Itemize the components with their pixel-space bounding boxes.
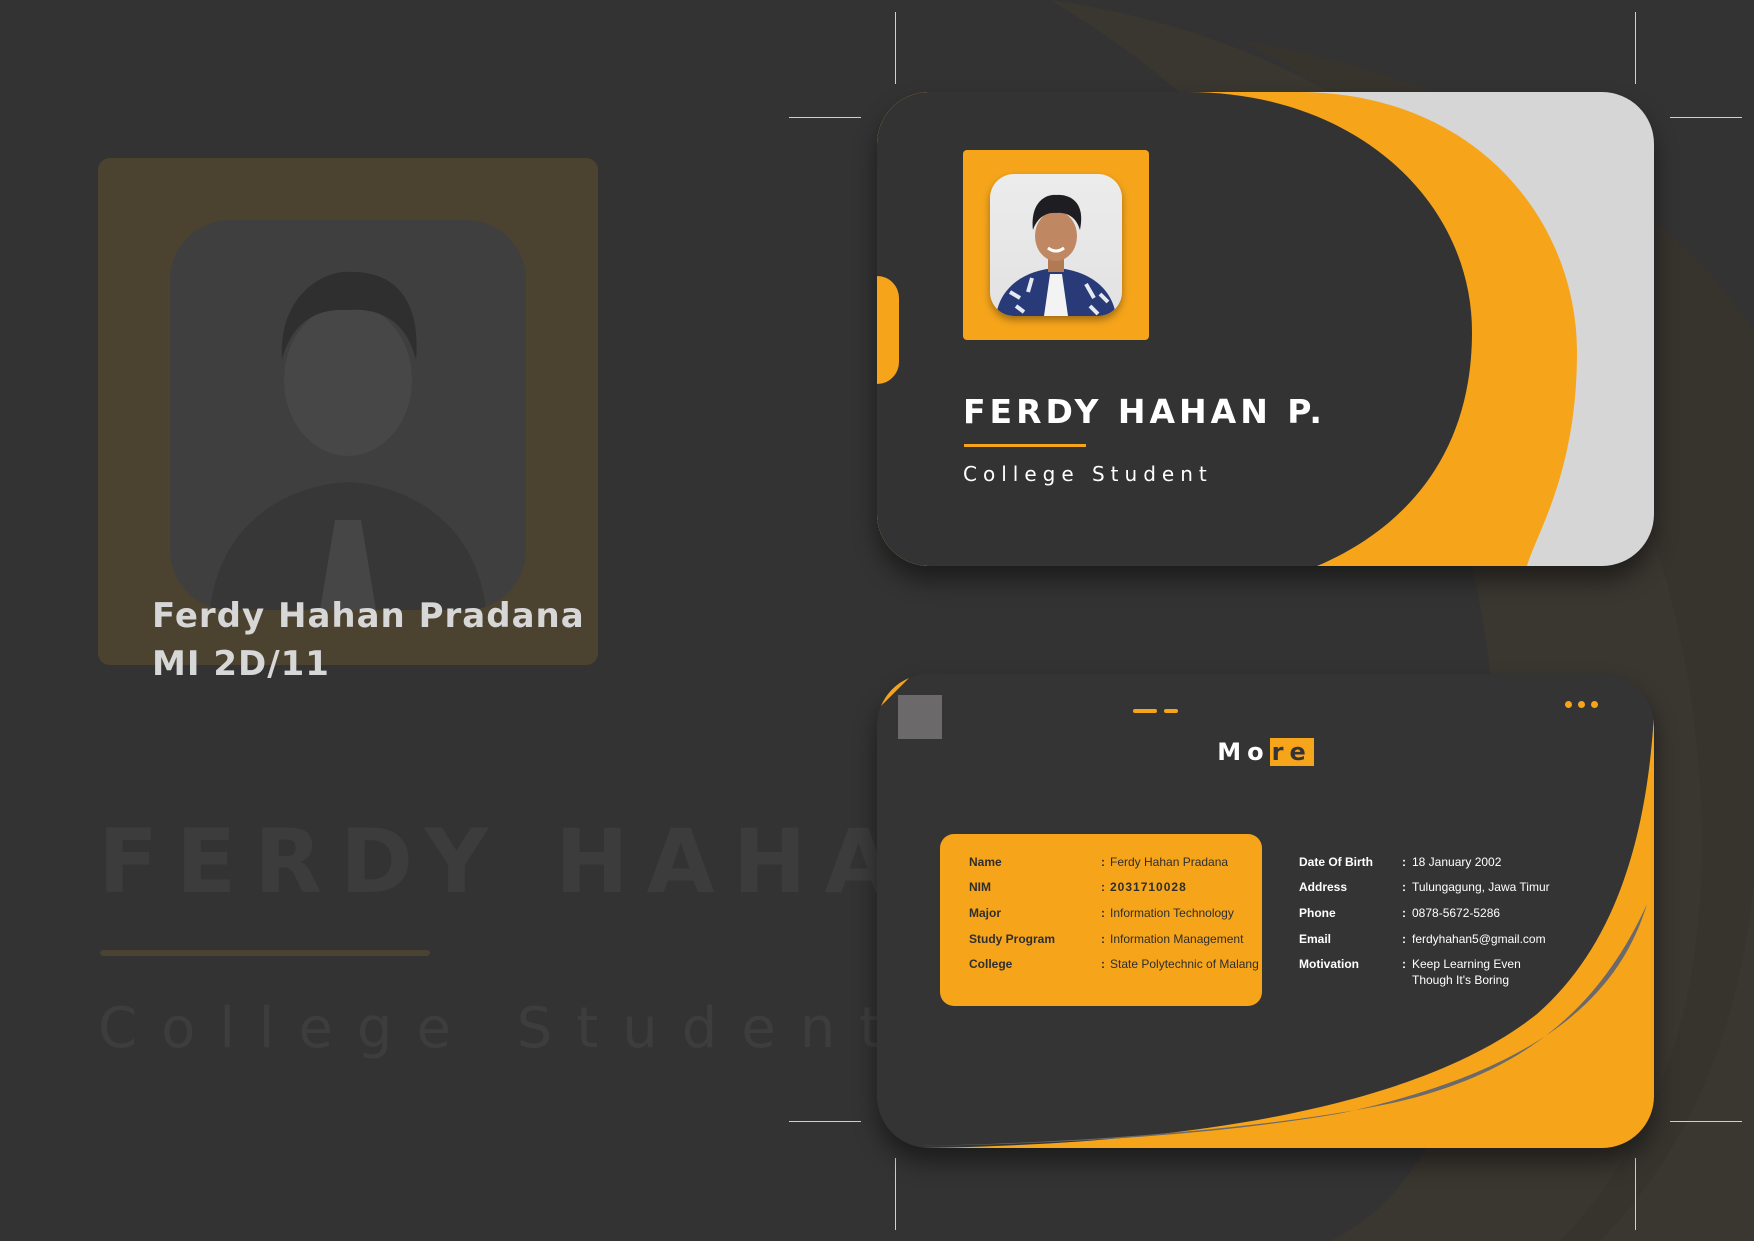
field-separator: :	[1402, 906, 1406, 920]
header-dash	[1133, 709, 1157, 713]
field-separator: :	[1402, 855, 1406, 869]
id-card-front: FERDY HAHAN P. College Student	[877, 92, 1654, 566]
field-value: Keep Learning Even Though It's Boring	[1412, 957, 1521, 987]
field-value: Information Management	[1110, 932, 1244, 946]
field-label: Email	[1299, 932, 1332, 946]
field-label: Study Program	[969, 932, 1056, 946]
field-label: Date Of Birth	[1299, 855, 1374, 869]
field-label: Address	[1299, 880, 1348, 894]
field-separator: :	[1101, 880, 1105, 894]
background-big-subtitle: College Student	[98, 996, 906, 1061]
background-underline	[100, 950, 430, 956]
profile-photo	[990, 174, 1122, 316]
field-label: Name	[969, 855, 1002, 869]
field-separator: :	[1402, 957, 1406, 971]
more-title-highlight: re	[1269, 738, 1314, 766]
student-info-box: Name : Ferdy Hahan Pradana NIM : 2031710…	[940, 834, 1262, 1006]
header-dot	[1565, 701, 1572, 708]
field-value: Ferdy Hahan Pradana	[1110, 855, 1229, 869]
photo-frame	[963, 150, 1149, 340]
background-portrait	[170, 220, 526, 610]
crop-mark	[895, 1158, 896, 1230]
field-value: State Polytechnic of Malang	[1110, 957, 1259, 971]
background-name: Ferdy Hahan Pradana	[152, 596, 585, 636]
field-value: 0878-5672-5286	[1412, 906, 1501, 920]
card-holder-name: FERDY HAHAN P.	[963, 392, 1326, 431]
field-label: Major	[969, 906, 1002, 920]
background-class: MI 2D/11	[152, 644, 330, 684]
field-label: College	[969, 957, 1013, 971]
field-value: Information Technology	[1110, 906, 1234, 920]
field-label: Phone	[1299, 906, 1336, 920]
field-label: NIM	[969, 880, 991, 894]
background-name-block: Ferdy Hahan Pradana MI 2D/11	[152, 592, 585, 688]
more-title-part1: Mo	[1217, 738, 1270, 766]
field-value: ferdyhahan5@gmail.com	[1412, 932, 1546, 946]
crop-mark	[789, 1121, 861, 1122]
header-dot	[1591, 701, 1598, 708]
crop-mark	[1670, 117, 1742, 118]
header-dash	[1164, 709, 1178, 713]
field-value: 2031710028	[1110, 880, 1187, 894]
corner-square	[898, 695, 942, 739]
crop-mark	[789, 117, 861, 118]
crop-mark	[1635, 12, 1636, 84]
more-title: More	[877, 738, 1654, 766]
id-card-back: More Name : Ferdy Hahan Pradana NIM : 20…	[877, 674, 1654, 1148]
field-value: Tulungagung, Jawa Timur	[1412, 880, 1550, 894]
field-separator: :	[1101, 855, 1105, 869]
crop-mark	[1635, 1158, 1636, 1230]
header-dot	[1578, 701, 1585, 708]
field-label: Motivation	[1299, 957, 1359, 971]
crop-mark	[895, 12, 896, 84]
field-separator: :	[1101, 906, 1105, 920]
crop-mark	[1670, 1121, 1742, 1122]
background-big-name: FERDY HAHAN	[98, 810, 1003, 913]
card-side-tab	[877, 276, 899, 384]
card-holder-role: College Student	[963, 462, 1213, 486]
field-separator: :	[1402, 932, 1406, 946]
field-separator: :	[1101, 932, 1105, 946]
field-separator: :	[1402, 880, 1406, 894]
field-value: 18 January 2002	[1412, 855, 1502, 869]
name-underline	[964, 444, 1086, 447]
field-separator: :	[1101, 957, 1105, 971]
